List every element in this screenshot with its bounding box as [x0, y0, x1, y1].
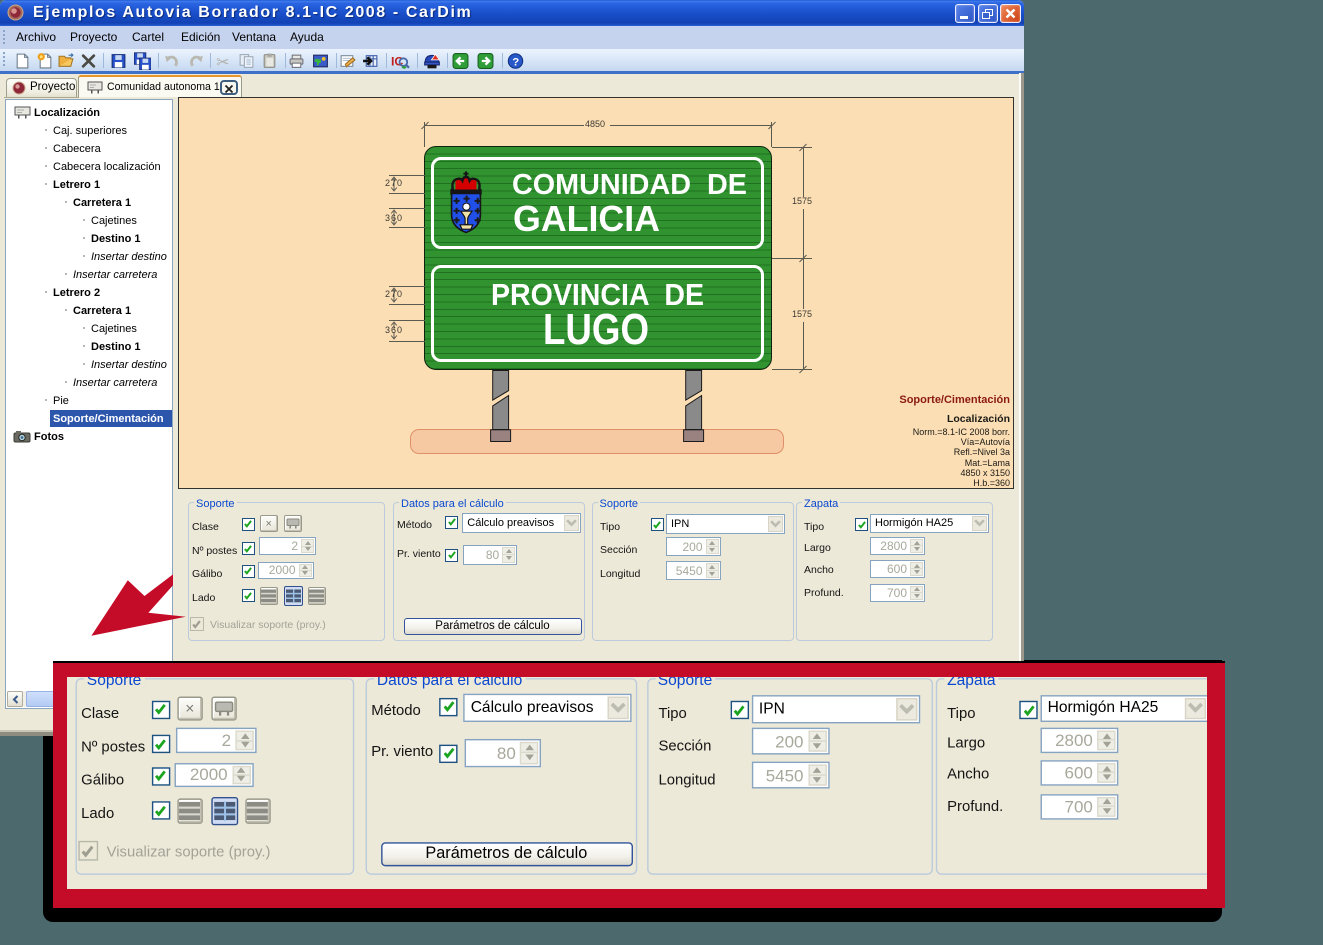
svg-text:GALICIA: GALICIA: [513, 198, 660, 239]
svg-text:?: ?: [512, 56, 519, 68]
svg-text:LUGO: LUGO: [543, 305, 649, 351]
svg-text:✂: ✂: [216, 54, 229, 70]
svg-text:COMUNIDAD DE: COMUNIDAD DE: [512, 169, 747, 201]
